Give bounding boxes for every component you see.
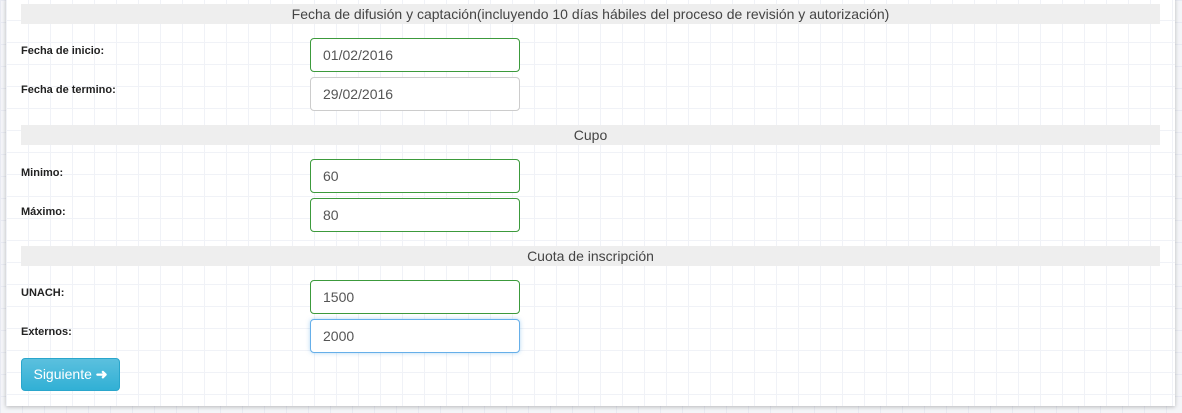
section-header-cuota: Cuota de inscripción	[21, 246, 1160, 266]
next-button-label: Siguiente	[33, 366, 92, 382]
label-min: Minimo:	[21, 167, 64, 179]
next-button[interactable]: Siguiente ➜	[21, 358, 120, 391]
label-unach: UNACH:	[21, 287, 65, 299]
form-panel: Fecha de difusión y captación(incluyendo…	[6, 0, 1175, 406]
arrow-right-icon: ➜	[95, 366, 108, 382]
label-externos: Externos:	[21, 326, 72, 338]
unach-input[interactable]	[310, 280, 520, 314]
section-header-cupo: Cupo	[21, 125, 1160, 145]
min-input[interactable]	[310, 159, 520, 193]
label-end-date: Fecha de termino:	[21, 84, 116, 96]
max-input[interactable]	[310, 198, 520, 232]
start-date-input[interactable]	[310, 38, 520, 72]
section-header-dates: Fecha de difusión y captación(incluyendo…	[21, 4, 1160, 24]
label-start-date: Fecha de inicio:	[21, 45, 105, 57]
end-date-input[interactable]	[310, 77, 520, 111]
label-max: Máximo:	[21, 206, 66, 218]
externos-input[interactable]	[310, 319, 520, 353]
